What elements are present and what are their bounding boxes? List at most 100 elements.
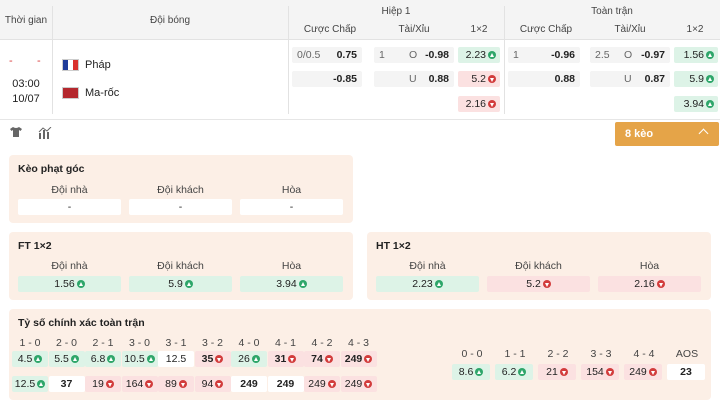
match-date: 10/07	[12, 93, 40, 105]
correct-score-odds[interactable]: 21	[538, 364, 576, 380]
correct-score-odds[interactable]: 4.5	[12, 351, 48, 367]
correct-score-odds[interactable]: 249	[231, 376, 267, 392]
correct-score-value: 249	[344, 378, 363, 390]
correct-score-odds[interactable]: 8.6	[452, 364, 490, 380]
correct-score-odds[interactable]: 249	[624, 364, 662, 380]
correct-score-label: 4 - 3	[347, 337, 369, 349]
correct-score-odds[interactable]: 12.5	[158, 351, 194, 367]
arrow-down-icon	[215, 355, 224, 363]
ft-under-marker: U	[624, 73, 632, 85]
h1-1x2-draw[interactable]: 2.16	[458, 96, 500, 112]
correct-score-odds[interactable]: 26	[231, 351, 267, 367]
correct-score-odds[interactable]: 154	[581, 364, 619, 380]
more-odds-button[interactable]: 8 kèo	[615, 122, 719, 146]
correct-score-odds[interactable]: 249	[304, 376, 340, 392]
h1-handicap-away[interactable]: -0.85	[292, 71, 362, 87]
corner-draw-value: -	[289, 201, 294, 213]
jersey-icon[interactable]	[10, 127, 22, 137]
ft-home-label: Đội nhà	[51, 260, 88, 272]
ft-away-value: 5.9	[168, 278, 183, 290]
h1-1x2-home[interactable]: 2.23	[458, 47, 500, 63]
ft-home-value: 1.56	[54, 278, 75, 290]
away-team[interactable]: Ma-rốc	[62, 87, 119, 99]
correct-score-value: 21	[546, 366, 558, 378]
correct-score-label: AOS	[675, 348, 699, 360]
ht-home-label: Đội nhà	[409, 260, 446, 272]
ft-away-odds[interactable]: 5.9	[129, 276, 232, 292]
arrow-up-icon	[184, 280, 193, 288]
correct-score-odds[interactable]: 94	[194, 376, 231, 392]
h1-under[interactable]: U 0.88	[374, 71, 454, 87]
correct-score-value: 19	[92, 378, 104, 390]
correct-score-odds[interactable]: 249	[340, 351, 377, 367]
ft-under-odds: 0.87	[644, 73, 665, 85]
correct-score-odds[interactable]: 5.5	[48, 351, 85, 367]
statistics-icon[interactable]	[38, 127, 52, 139]
ft-under[interactable]: U 0.87	[590, 71, 670, 87]
corner-draw-odds[interactable]: -	[240, 199, 343, 215]
correct-score-value: 4.5	[17, 353, 33, 365]
h1-handicap-line: 0/0.5	[297, 49, 321, 61]
ft-draw-odds[interactable]: 3.94	[240, 276, 343, 292]
ft-handicap-away[interactable]: 0.88	[508, 71, 580, 87]
ht-away-odds[interactable]: 5.2	[487, 276, 590, 292]
ht-home-value: 2.23	[412, 278, 433, 290]
ft-over[interactable]: 2.5 O -0.97	[590, 47, 670, 63]
h1-over-marker: O	[409, 49, 418, 61]
correct-score-title: Tỷ số chính xác toàn trận	[18, 317, 145, 329]
correct-score-odds[interactable]: 164	[121, 376, 158, 392]
h1-1x2-draw-odds: 2.16	[465, 98, 486, 110]
correct-score-odds[interactable]: 6.8	[85, 351, 121, 367]
ft-1x2-away-odds: 5.9	[689, 73, 704, 85]
h1-over[interactable]: 1 O -0.98	[374, 47, 454, 63]
ft-1x2-away[interactable]: 5.9	[674, 71, 718, 87]
correct-score-odds[interactable]: 31	[267, 351, 304, 367]
h1-1x2-away[interactable]: 5.2	[458, 71, 500, 87]
ft-handicap-home[interactable]: 1 -0.96	[508, 47, 580, 63]
ht-draw-odds[interactable]: 2.16	[598, 276, 701, 292]
match-row[interactable]: - - 03:00 10/07 Pháp Ma-rốc 0/0.5 0.75 -…	[0, 40, 720, 120]
corner-odds-title: Kèo phạt góc	[18, 163, 85, 175]
ht-away-label: Đội khách	[515, 260, 562, 272]
ft-1x2-title: FT 1×2	[18, 240, 52, 252]
home-team[interactable]: Pháp	[62, 59, 111, 71]
correct-score-value: 12.5	[165, 353, 187, 365]
correct-score-odds[interactable]: 37	[48, 376, 85, 392]
correct-score-odds[interactable]: 23	[667, 364, 705, 380]
header-h1-overunder: Tài/Xỉu	[398, 24, 430, 35]
arrow-down-icon	[605, 368, 614, 376]
corner-home-label: Đội nhà	[51, 184, 88, 196]
ft-handicap-home-odds: -0.96	[551, 49, 575, 61]
match-tools-bar: 8 kèo	[0, 121, 720, 147]
arrow-down-icon	[488, 75, 496, 83]
h1-under-odds: 0.88	[428, 73, 449, 85]
ft-1x2-home[interactable]: 1.56	[674, 47, 718, 63]
correct-score-odds[interactable]: 89	[158, 376, 194, 392]
correct-score-odds[interactable]: 249	[340, 376, 377, 392]
france-flag-icon	[62, 59, 79, 71]
correct-score-odds[interactable]: 6.2	[495, 364, 533, 380]
correct-score-odds[interactable]: 35	[194, 351, 231, 367]
correct-score-odds[interactable]: 74	[304, 351, 340, 367]
correct-score-odds[interactable]: 10.5	[121, 351, 158, 367]
correct-score-value: 94	[201, 378, 214, 390]
correct-score-odds[interactable]: 249	[267, 376, 304, 392]
arrow-down-icon	[364, 380, 373, 388]
ft-handicap-away-odds: 0.88	[554, 73, 575, 85]
h1-handicap-home[interactable]: 0/0.5 0.75	[292, 47, 362, 63]
header-ft-handicap: Cược Chấp	[519, 24, 573, 35]
header-h1-handicap: Cược Chấp	[303, 24, 357, 35]
ft-1x2-draw[interactable]: 3.94	[674, 96, 718, 112]
correct-score-value: 249	[308, 378, 326, 390]
correct-score-value: 249	[240, 378, 258, 390]
correct-score-value: 31	[274, 353, 287, 365]
arrow-down-icon	[215, 380, 224, 388]
correct-score-value: 89	[165, 378, 177, 390]
corner-away-odds[interactable]: -	[129, 199, 232, 215]
ht-home-odds[interactable]: 2.23	[376, 276, 479, 292]
corner-home-odds[interactable]: -	[18, 199, 121, 215]
correct-score-odds[interactable]: 19	[85, 376, 121, 392]
arrow-down-icon	[656, 280, 665, 288]
ft-home-odds[interactable]: 1.56	[18, 276, 121, 292]
correct-score-odds[interactable]: 12.5	[12, 376, 48, 392]
